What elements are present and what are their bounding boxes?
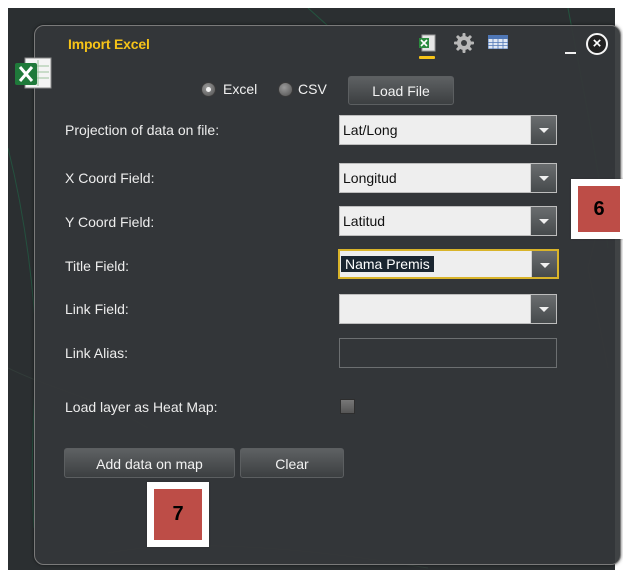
minimize-button[interactable] [565, 52, 576, 54]
y-coord-value: Latitud [343, 213, 386, 229]
callout-7: 7 [147, 482, 209, 547]
radio-csv-label: CSV [298, 81, 327, 97]
y-coord-label: Y Coord Field: [65, 214, 155, 230]
dialog-title: Import Excel [68, 36, 150, 52]
link-alias-label: Link Alias: [65, 345, 129, 361]
heatmap-checkbox[interactable] [340, 399, 355, 414]
active-tab-indicator [419, 56, 435, 59]
callout-7-label: 7 [154, 489, 202, 540]
close-button[interactable]: × [586, 33, 608, 55]
radio-excel-label: Excel [223, 81, 258, 97]
callout-6: 6 [571, 179, 623, 239]
callout-6-label: 6 [578, 186, 620, 232]
link-field-label: Link Field: [65, 301, 129, 317]
chevron-down-icon[interactable] [530, 164, 556, 192]
load-file-button[interactable]: Load File [348, 76, 454, 105]
radio-csv[interactable] [278, 82, 293, 97]
link-field-select[interactable] [339, 294, 557, 324]
link-alias-input[interactable] [339, 338, 557, 368]
projection-value: Lat/Long [343, 122, 398, 138]
chevron-down-icon[interactable] [530, 295, 556, 323]
excel-icon[interactable] [418, 34, 436, 57]
title-field-value: Nama Premis [341, 256, 434, 272]
x-coord-select[interactable]: Longitud [339, 163, 557, 193]
table-icon[interactable] [487, 34, 509, 54]
chevron-down-icon[interactable] [530, 207, 556, 235]
heatmap-label: Load layer as Heat Map: [65, 399, 218, 415]
clear-button[interactable]: Clear [240, 448, 344, 478]
x-coord-label: X Coord Field: [65, 170, 155, 186]
title-field-select[interactable]: Nama Premis [338, 249, 559, 279]
x-coord-value: Longitud [343, 170, 397, 186]
y-coord-select[interactable]: Latitud [339, 206, 557, 236]
add-data-on-map-button[interactable]: Add data on map [64, 448, 235, 478]
gear-icon[interactable] [453, 32, 475, 59]
excel-logo-icon [13, 54, 53, 99]
chevron-down-icon[interactable] [530, 116, 556, 144]
projection-label: Projection of data on file: [65, 122, 220, 138]
radio-excel[interactable] [201, 82, 216, 97]
chevron-down-icon[interactable] [531, 251, 557, 277]
projection-select[interactable]: Lat/Long [339, 115, 557, 145]
title-field-label: Title Field: [65, 258, 130, 274]
